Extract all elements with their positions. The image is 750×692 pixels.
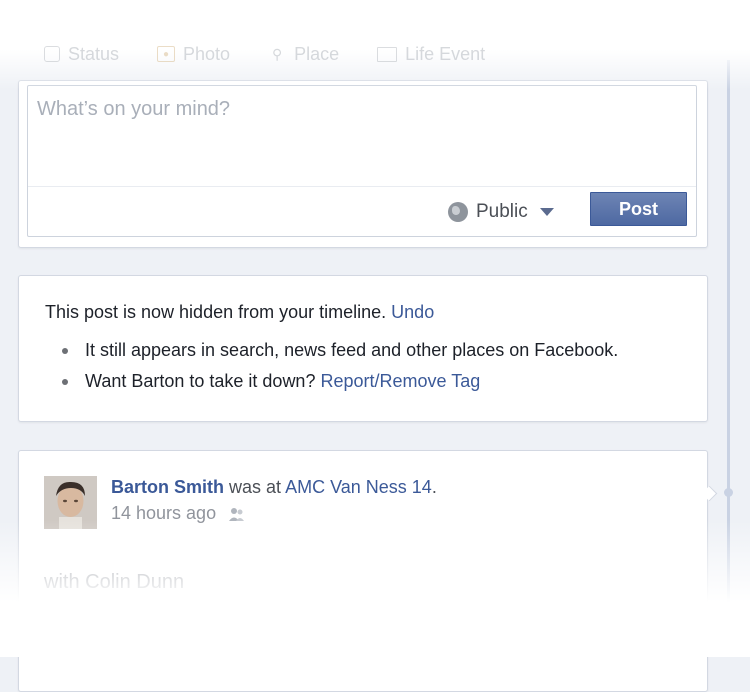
tab-photo-label: Photo (183, 43, 231, 64)
audience-selector[interactable]: Public (448, 198, 554, 226)
tab-life-event-label: Life Event (405, 43, 486, 64)
timeline-spine (727, 60, 730, 640)
globe-icon (448, 202, 468, 222)
post-button[interactable]: Post (590, 192, 687, 226)
story-meta: 14 hours ago (111, 503, 246, 524)
place-icon: ⚲ (271, 45, 283, 62)
tab-photo[interactable]: ● Photo (157, 44, 230, 65)
composer-tabs: Status ● Photo ⚲ Place Life Event (44, 40, 604, 68)
take-down-text: Want Barton to take it down? (85, 371, 316, 391)
story-action: was at (229, 477, 282, 497)
hidden-message: This post is now hidden from your timeli… (45, 302, 434, 323)
timeline-dot (724, 488, 733, 497)
tab-life-event[interactable]: Life Event (377, 44, 485, 65)
chevron-down-icon (539, 208, 554, 216)
avatar[interactable] (44, 476, 97, 529)
tab-place[interactable]: ⚲ Place (268, 44, 339, 65)
timestamp[interactable]: 14 hours ago (111, 503, 216, 524)
tagged-with-text: with Colin Dunn (44, 571, 185, 593)
hidden-message-text: This post is now hidden from your timeli… (45, 302, 387, 322)
tab-place-label: Place (294, 43, 340, 64)
audience-label: Public (476, 201, 528, 222)
status-input[interactable]: What’s on your mind? (37, 98, 230, 121)
hidden-post-notice: This post is now hidden from your timeli… (18, 275, 708, 422)
friends-audience-icon[interactable] (228, 506, 246, 522)
photo-icon: ● (157, 46, 176, 62)
status-composer: What’s on your mind? Public Post (18, 80, 708, 248)
list-item: It still appears in search, news feed an… (59, 338, 618, 369)
search-visibility-text: It still appears in search, news feed an… (85, 340, 619, 360)
composer-box: What’s on your mind? Public Post (27, 85, 697, 237)
timeline-story: Barton Smith was at AMC Van Ness 14. 14 … (18, 450, 708, 692)
status-icon (44, 46, 60, 62)
place-link[interactable]: AMC Van Ness 14 (285, 477, 432, 497)
tab-status[interactable]: Status (44, 44, 119, 65)
author-link[interactable]: Barton Smith (111, 477, 224, 497)
avatar-image (44, 476, 97, 529)
story-headline: Barton Smith was at AMC Van Ness 14. (111, 477, 437, 498)
composer-divider (28, 186, 696, 187)
hidden-info-list: It still appears in search, news feed an… (59, 338, 618, 400)
friends-audience-glyph (229, 507, 245, 521)
tab-status-label: Status (68, 43, 120, 64)
report-remove-tag-link[interactable]: Report/Remove Tag (320, 371, 480, 391)
life-event-icon (377, 46, 398, 62)
list-item: Want Barton to take it down? Report/Remo… (59, 369, 618, 400)
undo-link[interactable]: Undo (391, 302, 434, 322)
sentence-period: . (431, 477, 437, 497)
